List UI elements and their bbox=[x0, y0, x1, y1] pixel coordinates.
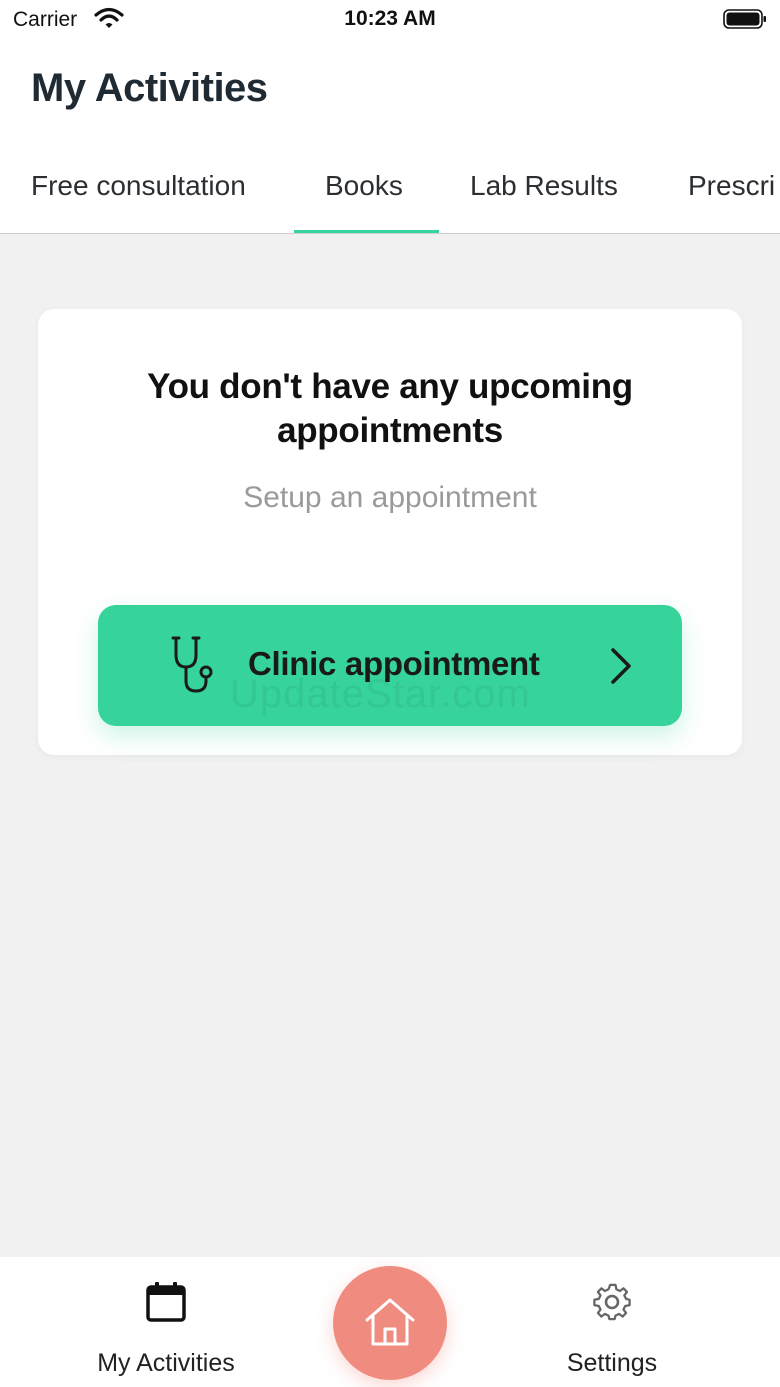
tabs-divider bbox=[0, 233, 780, 234]
calendar-icon bbox=[146, 1282, 186, 1322]
nav-settings[interactable]: Settings bbox=[492, 1257, 732, 1387]
chevron-right-icon bbox=[611, 648, 631, 684]
top-area: Carrier 10:23 AM My Activities Free cons… bbox=[0, 0, 780, 234]
gear-icon bbox=[593, 1283, 631, 1321]
nav-my-activities[interactable]: My Activities bbox=[46, 1257, 286, 1387]
tab-prescriptions[interactable]: Prescri bbox=[688, 170, 775, 202]
empty-state-card: You don't have any upcoming appointments… bbox=[38, 309, 742, 755]
empty-state-subtitle: Setup an appointment bbox=[243, 481, 537, 514]
nav-settings-label: Settings bbox=[566, 1349, 658, 1377]
tab-free-consultation[interactable]: Free consultation bbox=[31, 170, 246, 202]
tab-bar: Free consultation Books Lab Results Pres… bbox=[0, 150, 780, 234]
home-icon bbox=[365, 1298, 415, 1346]
page-title: My Activities bbox=[31, 66, 268, 110]
clinic-appointment-button[interactable]: Clinic appointment bbox=[98, 605, 682, 726]
home-button[interactable] bbox=[333, 1266, 447, 1380]
status-time: 10:23 AM bbox=[344, 7, 436, 30]
battery-icon bbox=[723, 9, 766, 29]
tab-lab-results[interactable]: Lab Results bbox=[470, 170, 618, 202]
tab-books[interactable]: Books bbox=[325, 170, 403, 202]
clinic-appointment-label: Clinic appointment bbox=[248, 645, 540, 682]
empty-state-title: You don't have any upcoming appointments bbox=[147, 367, 633, 450]
status-bar: Carrier 10:23 AM bbox=[0, 0, 780, 40]
stethoscope-icon bbox=[171, 636, 213, 693]
nav-my-activities-label: My Activities bbox=[97, 1349, 235, 1377]
